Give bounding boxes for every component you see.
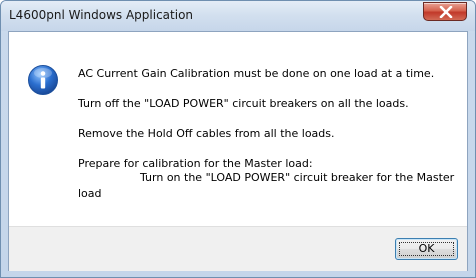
ok-button-label: OK: [418, 242, 435, 255]
window-title: L4600pnl Windows Application: [9, 8, 194, 22]
message-line-1: AC Current Gain Calibration must be done…: [78, 67, 435, 80]
ok-button[interactable]: OK: [395, 238, 458, 260]
message-area: AC Current Gain Calibration must be done…: [9, 32, 467, 226]
title-bar[interactable]: L4600pnl Windows Application: [1, 1, 475, 31]
message-line-2: Turn off the "LOAD POWER" circuit breake…: [78, 97, 409, 110]
message-line-4: Prepare for calibration for the Master l…: [78, 157, 313, 170]
dialog-window: L4600pnl Windows Application AC Current …: [0, 0, 476, 278]
close-button[interactable]: [423, 2, 467, 21]
message-line-3: Remove the Hold Off cables from all the …: [78, 127, 335, 140]
button-bar: OK: [9, 226, 467, 271]
info-icon: [28, 65, 58, 95]
dialog-client-area: AC Current Gain Calibration must be done…: [8, 31, 468, 271]
close-icon: [439, 6, 453, 18]
message-line-6: load: [78, 187, 102, 200]
message-line-5: Turn on the "LOAD POWER" circuit breaker…: [140, 171, 455, 184]
